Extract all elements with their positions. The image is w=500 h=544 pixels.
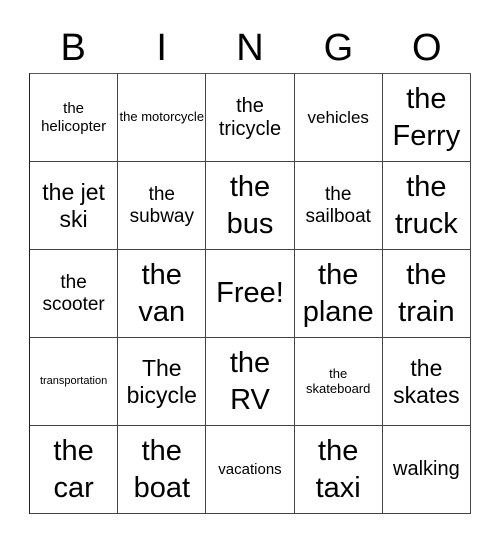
bingo-cell[interactable]: the car	[30, 426, 119, 514]
bingo-cell[interactable]: the truck	[382, 162, 471, 250]
bingo-cell-label: Free!	[216, 276, 284, 309]
bingo-cell[interactable]: the skates	[382, 338, 471, 426]
bingo-cell-label: the bus	[226, 171, 274, 240]
bingo-cell[interactable]: vacations	[206, 426, 295, 514]
bingo-cell[interactable]: the helicopter	[30, 74, 119, 162]
bingo-cell-label: the truck	[394, 171, 458, 240]
bingo-cell-label: the car	[53, 435, 94, 504]
bingo-header: B I N G O	[29, 22, 471, 74]
bingo-cell-label: the tricycle	[218, 94, 282, 140]
bingo-cell-label: the boat	[133, 435, 191, 504]
bingo-cell[interactable]: the boat	[118, 426, 207, 514]
bingo-cell-label: the plane	[302, 259, 374, 328]
bingo-cell[interactable]: the sailboat	[294, 162, 383, 250]
bingo-cell-label: the motorcycle	[119, 109, 205, 125]
bingo-cell[interactable]: the skateboard	[294, 338, 383, 426]
bingo-cell-label: the train	[398, 259, 455, 328]
bingo-cell[interactable]: the Ferry	[382, 74, 471, 162]
bingo-cell[interactable]: the jet ski	[30, 162, 119, 250]
bingo-cell-label: the subway	[129, 183, 194, 227]
header-letter-n: N	[236, 27, 264, 69]
bingo-cell[interactable]: the motorcycle	[118, 74, 207, 162]
bingo-free-cell[interactable]: Free!	[206, 250, 295, 338]
bingo-cell-label: the RV	[229, 347, 271, 416]
bingo-card-grid: the helicopter the motorcycle the tricycle…	[29, 73, 471, 514]
bingo-cell-label: the skateboard	[306, 365, 371, 396]
bingo-cell-label: the jet ski	[42, 179, 105, 232]
bingo-cell[interactable]: the plane	[294, 250, 383, 338]
bingo-cell-label: The bicycle	[126, 355, 197, 408]
header-letter-b: B	[60, 27, 86, 69]
bingo-cell-label: vehicles	[307, 107, 369, 127]
bingo-cell-label: the taxi	[315, 435, 361, 504]
bingo-cell-label: transportation	[39, 375, 108, 388]
bingo-cell-label: vacations	[218, 460, 282, 478]
bingo-cell[interactable]: transportation	[30, 338, 119, 426]
bingo-cell[interactable]: the tricycle	[206, 74, 295, 162]
bingo-cell-label: walking	[393, 458, 460, 480]
bingo-cell[interactable]: The bicycle	[118, 338, 207, 426]
bingo-cell-label: the Ferry	[392, 83, 461, 152]
bingo-cell[interactable]: the taxi	[294, 426, 383, 514]
bingo-cell[interactable]: the subway	[118, 162, 207, 250]
bingo-cell-label: the scooter	[42, 271, 105, 315]
header-letter-i: I	[156, 27, 167, 69]
bingo-cell-label: the sailboat	[305, 183, 371, 227]
bingo-cell-label: the helicopter	[41, 100, 107, 135]
bingo-cell[interactable]: the RV	[206, 338, 295, 426]
bingo-cell-label: the van	[138, 259, 186, 328]
header-letter-o: O	[412, 27, 442, 69]
header-letter-g: G	[323, 27, 354, 69]
bingo-cell[interactable]: the van	[118, 250, 207, 338]
bingo-cell[interactable]: the scooter	[30, 250, 119, 338]
bingo-cell[interactable]: walking	[382, 426, 471, 514]
bingo-cell[interactable]: the train	[382, 250, 471, 338]
bingo-cell-label: the skates	[393, 355, 460, 408]
bingo-cell[interactable]: the bus	[206, 162, 295, 250]
bingo-cell[interactable]: vehicles	[294, 74, 383, 162]
